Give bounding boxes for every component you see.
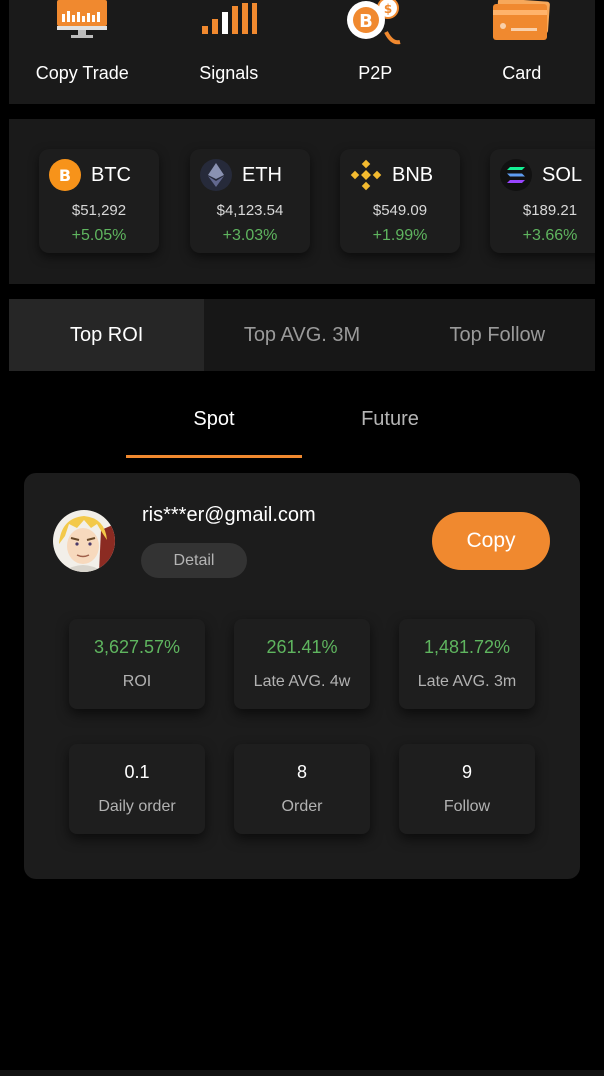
stat-order: 8 Order	[234, 744, 370, 834]
ranking-tabs: Top ROI Top AVG. 3M Top Follow	[9, 299, 595, 371]
avatar	[53, 510, 115, 572]
stat-value: 1,481.72%	[423, 637, 511, 657]
ticker-symbol: ETH	[242, 163, 282, 186]
bottom-bar-edge	[0, 1070, 604, 1076]
stat-late-avg-4w: 261.41% Late AVG. 4w	[234, 619, 370, 709]
quick-action-label: Card	[502, 63, 542, 83]
ticker-price: $4,123.54	[216, 202, 284, 219]
ticker-card-eth[interactable]: ETH $4,123.54 +3.03%	[190, 149, 310, 253]
stat-roi: 3,627.57% ROI	[69, 619, 205, 709]
tab-top-roi[interactable]: Top ROI	[9, 299, 205, 371]
monitor-chart-icon	[54, 0, 110, 45]
ticker-card-bnb[interactable]: BNB $549.09 +1.99%	[340, 149, 460, 253]
ticker-card-btc[interactable]: B BTC $51,292 +5.05%	[39, 149, 159, 253]
stat-value: 3,627.57%	[93, 637, 181, 657]
ticker-change: +3.03%	[222, 227, 278, 244]
tab-spot[interactable]: Spot	[126, 400, 302, 458]
stat-label: Follow	[443, 798, 491, 815]
ticker-card-sol[interactable]: SOL $189.21 +3.66%	[490, 149, 595, 253]
stat-value: 0.1	[124, 762, 150, 782]
tab-top-follow[interactable]: Top Follow	[400, 299, 595, 371]
detail-button[interactable]: Detail	[141, 543, 247, 578]
ticker-price: $189.21	[522, 202, 578, 219]
ticker-change: +1.99%	[372, 227, 428, 244]
copy-trade-page: Copy Trade Signals $ B P2P Card B BTC $5…	[0, 0, 604, 1076]
bitcoin-exchange-icon: $ B	[344, 0, 406, 55]
ticker-symbol: BNB	[392, 163, 434, 186]
bnb-icon	[350, 159, 382, 191]
svg-text:$: $	[384, 2, 392, 16]
bitcoin-icon: B	[49, 159, 81, 191]
svg-text:B: B	[359, 11, 373, 32]
ticker-change: +5.05%	[71, 227, 127, 244]
tab-future[interactable]: Future	[302, 400, 478, 458]
ethereum-icon	[200, 159, 232, 191]
stat-late-avg-3m: 1,481.72% Late AVG. 3m	[399, 619, 535, 709]
stat-label: Daily order	[98, 798, 176, 815]
ticker-price: $549.09	[372, 202, 428, 219]
stat-label: ROI	[122, 673, 152, 690]
trader-email: ris***er@gmail.com	[142, 504, 316, 526]
stat-value: 8	[296, 762, 307, 782]
stat-follow: 9 Follow	[399, 744, 535, 834]
stat-label: Order	[281, 798, 323, 815]
quick-action-copy-trade[interactable]: Copy Trade	[9, 0, 156, 104]
stat-value: 261.41%	[266, 637, 338, 657]
credit-card-icon	[491, 0, 553, 49]
solana-icon	[500, 159, 532, 191]
market-ticker[interactable]: B BTC $51,292 +5.05% ETH $4,123.54 +3.03…	[9, 119, 595, 284]
ticker-symbol: SOL	[542, 163, 583, 186]
stat-label: Late AVG. 3m	[417, 673, 517, 690]
stat-label: Late AVG. 4w	[253, 673, 351, 690]
quick-action-label: Signals	[199, 63, 259, 83]
quick-action-label: Copy Trade	[35, 63, 129, 83]
stat-value: 9	[461, 762, 472, 782]
ticker-symbol: BTC	[91, 163, 131, 186]
quick-action-signals[interactable]: Signals	[156, 0, 303, 104]
ticker-price: $51,292	[71, 202, 127, 219]
svg-text:B: B	[59, 166, 71, 185]
ticker-change: +3.66%	[522, 227, 578, 244]
stat-daily-order: 0.1 Daily order	[69, 744, 205, 834]
trader-card: ris***er@gmail.com Detail Copy 3,627.57%…	[24, 473, 580, 879]
quick-actions-bar: Copy Trade Signals $ B P2P Card	[9, 0, 595, 104]
copy-button[interactable]: Copy	[432, 512, 550, 570]
tab-top-avg-3m[interactable]: Top AVG. 3M	[204, 299, 399, 371]
quick-action-label: P2P	[358, 63, 393, 83]
quick-action-card[interactable]: Card	[449, 0, 596, 104]
signal-bars-icon	[200, 0, 258, 43]
quick-action-p2p[interactable]: $ B P2P	[302, 0, 449, 104]
